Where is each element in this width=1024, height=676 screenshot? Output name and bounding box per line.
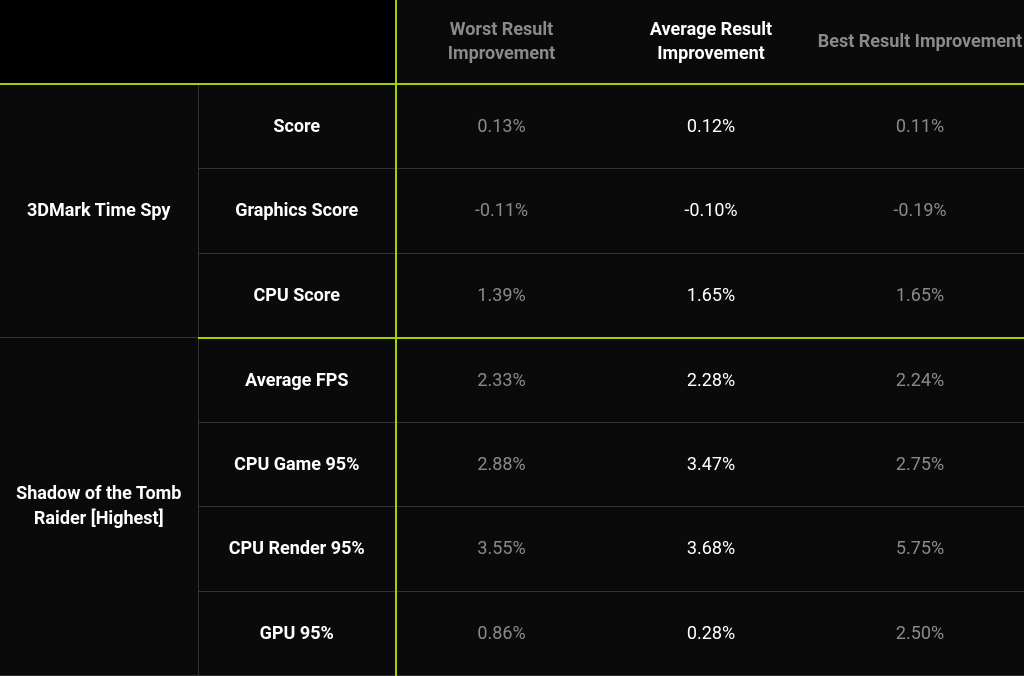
cell-worst: 3.55%: [396, 507, 606, 592]
cell-average: 3.47%: [606, 422, 816, 507]
cell-worst: 2.33%: [396, 338, 606, 423]
cell-average: 3.68%: [606, 507, 816, 592]
cell-average: -0.10%: [606, 169, 816, 254]
cell-best: -0.19%: [816, 169, 1024, 254]
cell-average: 0.28%: [606, 591, 816, 676]
cell-worst: 0.13%: [396, 84, 606, 169]
header-row: Worst Result Improvement Average Result …: [0, 0, 1024, 84]
metric-label: CPU Render 95%: [198, 507, 396, 592]
metric-label: Score: [198, 84, 396, 169]
group-label-3dmark: 3DMark Time Spy: [0, 84, 198, 338]
metric-label: CPU Score: [198, 253, 396, 338]
col-header-average: Average Result Improvement: [606, 0, 816, 84]
cell-best: 2.24%: [816, 338, 1024, 423]
metric-label: CPU Game 95%: [198, 422, 396, 507]
table-row: Shadow of the Tomb Raider [Highest] Aver…: [0, 338, 1024, 423]
table-row: 3DMark Time Spy Score 0.13% 0.12% 0.11%: [0, 84, 1024, 169]
cell-worst: 1.39%: [396, 253, 606, 338]
group-label-sottr: Shadow of the Tomb Raider [Highest]: [0, 338, 198, 676]
cell-worst: -0.11%: [396, 169, 606, 254]
col-header-best: Best Result Improvement: [816, 0, 1024, 84]
cell-best: 2.50%: [816, 591, 1024, 676]
cell-worst: 0.86%: [396, 591, 606, 676]
cell-average: 0.12%: [606, 84, 816, 169]
cell-worst: 2.88%: [396, 422, 606, 507]
cell-average: 2.28%: [606, 338, 816, 423]
benchmark-table: Worst Result Improvement Average Result …: [0, 0, 1024, 676]
metric-label: GPU 95%: [198, 591, 396, 676]
cell-average: 1.65%: [606, 253, 816, 338]
col-header-worst: Worst Result Improvement: [396, 0, 606, 84]
cell-best: 0.11%: [816, 84, 1024, 169]
header-blank: [0, 0, 396, 84]
cell-best: 1.65%: [816, 253, 1024, 338]
metric-label: Average FPS: [198, 338, 396, 423]
cell-best: 2.75%: [816, 422, 1024, 507]
metric-label: Graphics Score: [198, 169, 396, 254]
cell-best: 5.75%: [816, 507, 1024, 592]
